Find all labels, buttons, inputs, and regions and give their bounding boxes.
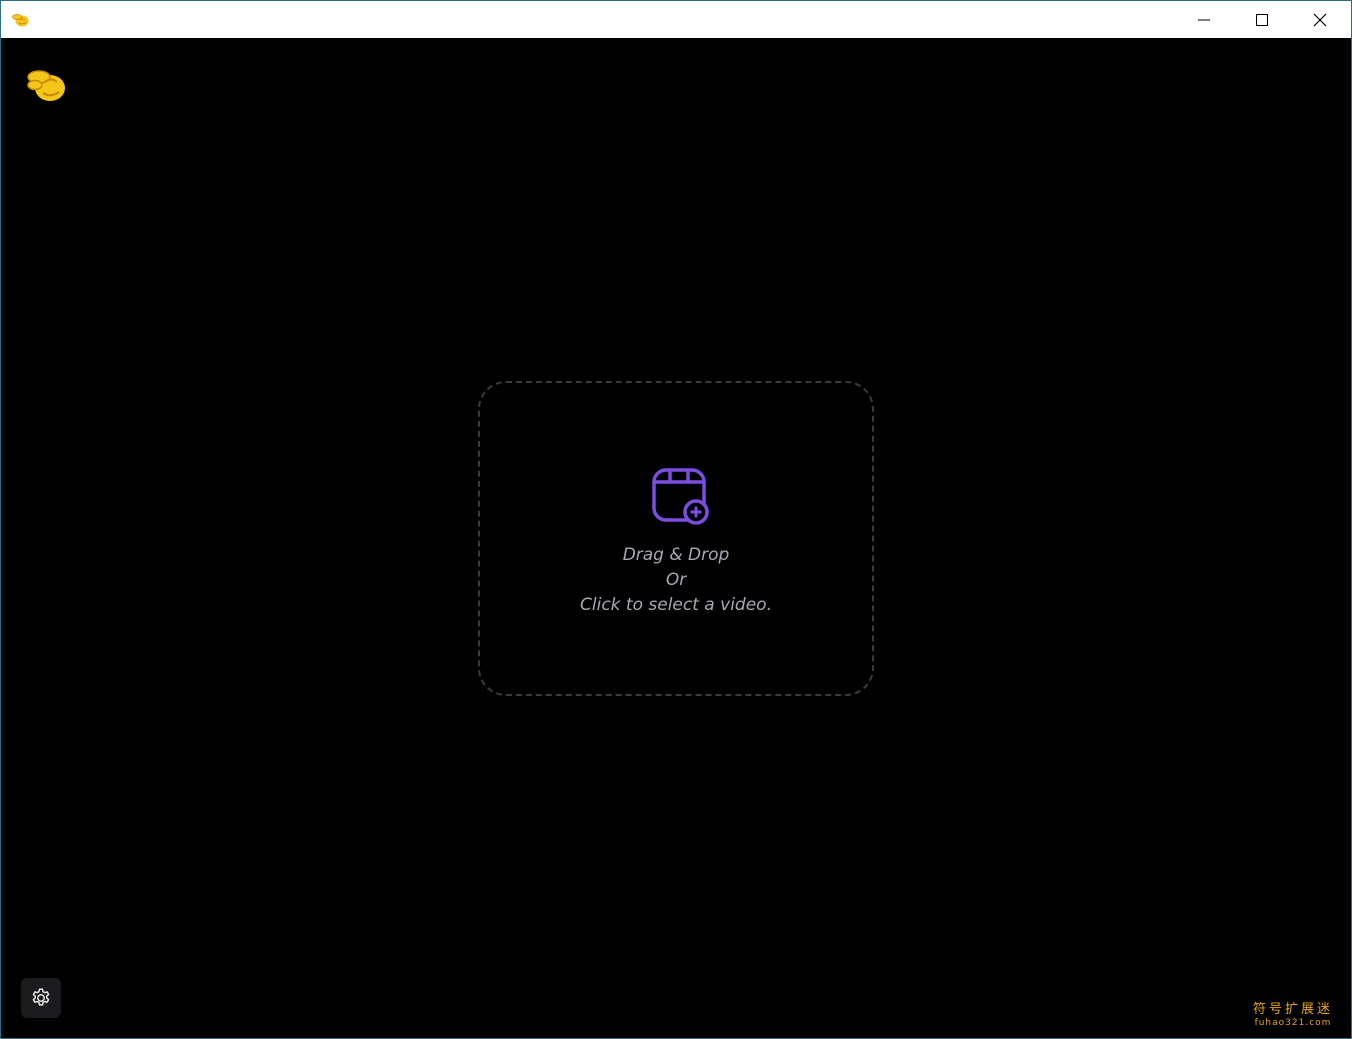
minimize-icon <box>1198 19 1210 20</box>
title-bar[interactable] <box>1 1 1351 38</box>
settings-button[interactable] <box>21 978 61 1018</box>
close-button[interactable] <box>1291 1 1349 38</box>
dropzone-line-or: Or <box>665 570 687 590</box>
watermark-title: 符号扩展迷 <box>1252 1002 1333 1017</box>
dropzone-line-drag-drop: Drag & Drop <box>622 545 730 565</box>
dropzone-line-click-select: Click to select a video. <box>580 595 772 615</box>
watermark-url: fuhao321.com <box>1254 1018 1332 1028</box>
pinched-fingers-emoji-icon <box>27 70 65 101</box>
close-icon <box>1313 13 1327 26</box>
app-window: Drag & Drop Or Click to select a video. … <box>0 0 1352 1039</box>
dropzone-instructions: Drag & Drop Or Click to select a video. <box>480 543 872 618</box>
maximize-icon <box>1256 13 1268 26</box>
gear-icon <box>32 988 50 1006</box>
minimize-button[interactable] <box>1175 1 1233 38</box>
video-dropzone[interactable]: Drag & Drop Or Click to select a video. <box>478 381 874 696</box>
pinched-fingers-emoji-icon <box>12 14 29 27</box>
video-add-icon <box>652 468 709 525</box>
maximize-button[interactable] <box>1233 1 1291 38</box>
watermark: 符号扩展迷 fuhao321.com <box>1245 1001 1341 1029</box>
